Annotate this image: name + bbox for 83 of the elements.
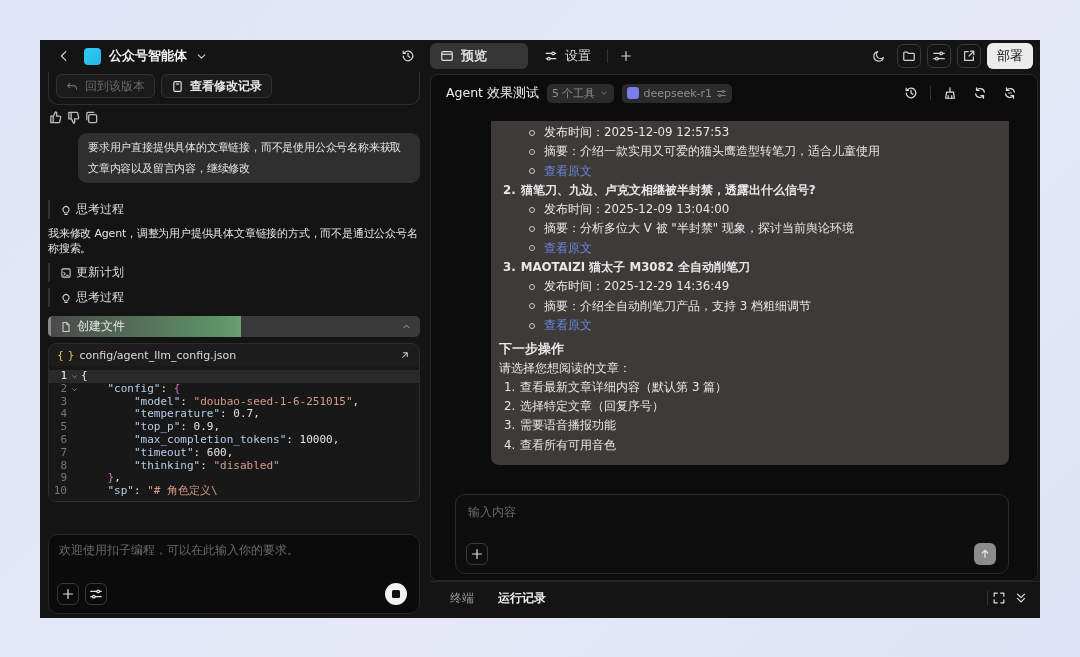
- step-label[interactable]: 更新计划: [76, 265, 124, 280]
- arrow-up-icon: [979, 548, 991, 560]
- braces-icon: { }: [57, 348, 75, 362]
- tools-dropdown[interactable]: 5 个工具: [547, 83, 615, 103]
- stop-button[interactable]: [385, 583, 407, 605]
- lightbulb-icon: [60, 203, 72, 216]
- article-detail: 发布时间：2025-12-29 14:36:49: [544, 278, 730, 296]
- prompt-text: 请选择您想阅读的文章：: [499, 359, 632, 377]
- chat-input-field[interactable]: 欢迎使用扣子编程，可以在此输入你的要求。: [57, 543, 411, 557]
- window-icon: [440, 49, 454, 63]
- article-detail: 摘要：介绍全自动削笔刀产品，支持 3 档粗细调节: [544, 297, 811, 315]
- thumbs-up-icon: [48, 110, 63, 125]
- file-icon: [60, 320, 72, 333]
- line-number: 4: [59, 408, 67, 422]
- sliders-icon: [544, 49, 558, 63]
- option-text: 查看所有可用音色: [520, 436, 617, 454]
- sliders-icon: [716, 87, 728, 99]
- message-input-field[interactable]: 输入内容: [466, 505, 1000, 519]
- document-icon: [171, 79, 184, 93]
- list-number: 2.: [503, 181, 516, 199]
- code-line: "model": "doubao-seed-1-6-251015",: [132, 395, 360, 409]
- code-line: "sp": "# 角色定义\: [106, 485, 218, 498]
- option-text: 选择特定文章（回复序号）: [520, 398, 665, 416]
- sliders-icon[interactable]: [927, 44, 951, 68]
- step-label[interactable]: 思考过程: [76, 290, 124, 305]
- file-step-bar[interactable]: 创建文件: [48, 316, 420, 337]
- copy-icon: [84, 110, 99, 125]
- list-number: 3.: [503, 259, 516, 277]
- thumbs-down-icon: [66, 110, 81, 125]
- code-line: "top_p": 0.9,: [132, 421, 221, 434]
- list-number: 1.: [504, 378, 516, 396]
- list-number: 4.: [504, 436, 516, 454]
- section-heading: 下一步操作: [499, 340, 565, 359]
- line-number: 2: [59, 382, 67, 396]
- panel-tab[interactable]: 运行记录: [486, 589, 558, 607]
- code-line: "config": {: [106, 382, 181, 396]
- model-logo: [627, 87, 640, 99]
- list-number: 3.: [504, 417, 516, 435]
- article-detail: 摘要：分析多位大 V 被 "半封禁" 现象，探讨当前舆论环境: [544, 220, 854, 238]
- assistant-text: 我来修改 Agent，调整为用户提供具体文章链接的方式，而不是通过公众号名称搜索。: [48, 226, 419, 256]
- option-text: 查看最新文章详细内容（默认第 3 篇）: [520, 378, 728, 396]
- deploy-button[interactable]: 部署: [987, 43, 1033, 69]
- article-title: 猫笔刀、九边、卢克文相继被半封禁，透露出什么信号?: [520, 181, 816, 199]
- app-logo: [84, 47, 101, 65]
- article-detail: 发布时间：2025-12-09 13:04:00: [544, 201, 730, 219]
- code-line: "temperature": 0.7,: [132, 408, 260, 422]
- lightbulb-icon: [60, 291, 72, 304]
- code-line: "max_completion_tokens": 10000,: [132, 434, 340, 447]
- preview-title: Agent 效果测试: [446, 84, 539, 102]
- line-number: 5: [59, 421, 67, 434]
- article-title: MAOTAIZI 猫太子 M3082 全自动削笔刀: [520, 259, 751, 277]
- line-number: 8: [59, 459, 67, 473]
- add-icon[interactable]: [466, 543, 488, 565]
- app-title: 公众号智能体: [109, 47, 187, 65]
- tab[interactable]: 设置: [534, 43, 601, 69]
- version-button[interactable]: 查看修改记录: [161, 74, 272, 98]
- code-line: },: [106, 472, 121, 486]
- sliders-icon[interactable]: [85, 583, 107, 605]
- step-label[interactable]: 思考过程: [76, 202, 124, 217]
- article-detail: 摘要：介绍一款实用又可爱的猫头鹰造型转笔刀，适合儿童使用: [544, 143, 880, 161]
- line-number: 6: [59, 434, 67, 447]
- model-selector[interactable]: deepseek-r1: [622, 83, 733, 103]
- add-icon[interactable]: [57, 583, 79, 605]
- line-number: 1: [59, 370, 67, 383]
- list-number: 2.: [504, 398, 516, 416]
- line-number: 10: [52, 485, 67, 498]
- file-path: config/agent_llm_config.json: [79, 348, 237, 362]
- line-number: 9: [59, 472, 67, 486]
- line-number: 7: [59, 446, 67, 460]
- option-text: 需要语音播报功能: [520, 417, 617, 435]
- code-line: "thinking": "disabled": [132, 459, 280, 473]
- terminal-icon: [60, 266, 72, 279]
- step-label: 创建文件: [77, 318, 125, 335]
- panel-tab[interactable]: 终端: [438, 589, 486, 607]
- article-detail: 发布时间：2025-12-09 12:57:53: [544, 124, 730, 141]
- code-line: "timeout": 600,: [132, 446, 234, 460]
- folder-icon[interactable]: [897, 44, 921, 68]
- tab[interactable]: 预览: [430, 43, 528, 69]
- code-line: {: [81, 370, 88, 383]
- line-number: 3: [59, 395, 67, 409]
- user-message: 要求用户直接提供具体的文章链接，而不是使用公众号名称来获取文章内容以及留言内容，继续修改: [78, 133, 420, 183]
- open-arrow-icon: [399, 349, 411, 361]
- external-link-icon[interactable]: [957, 44, 981, 68]
